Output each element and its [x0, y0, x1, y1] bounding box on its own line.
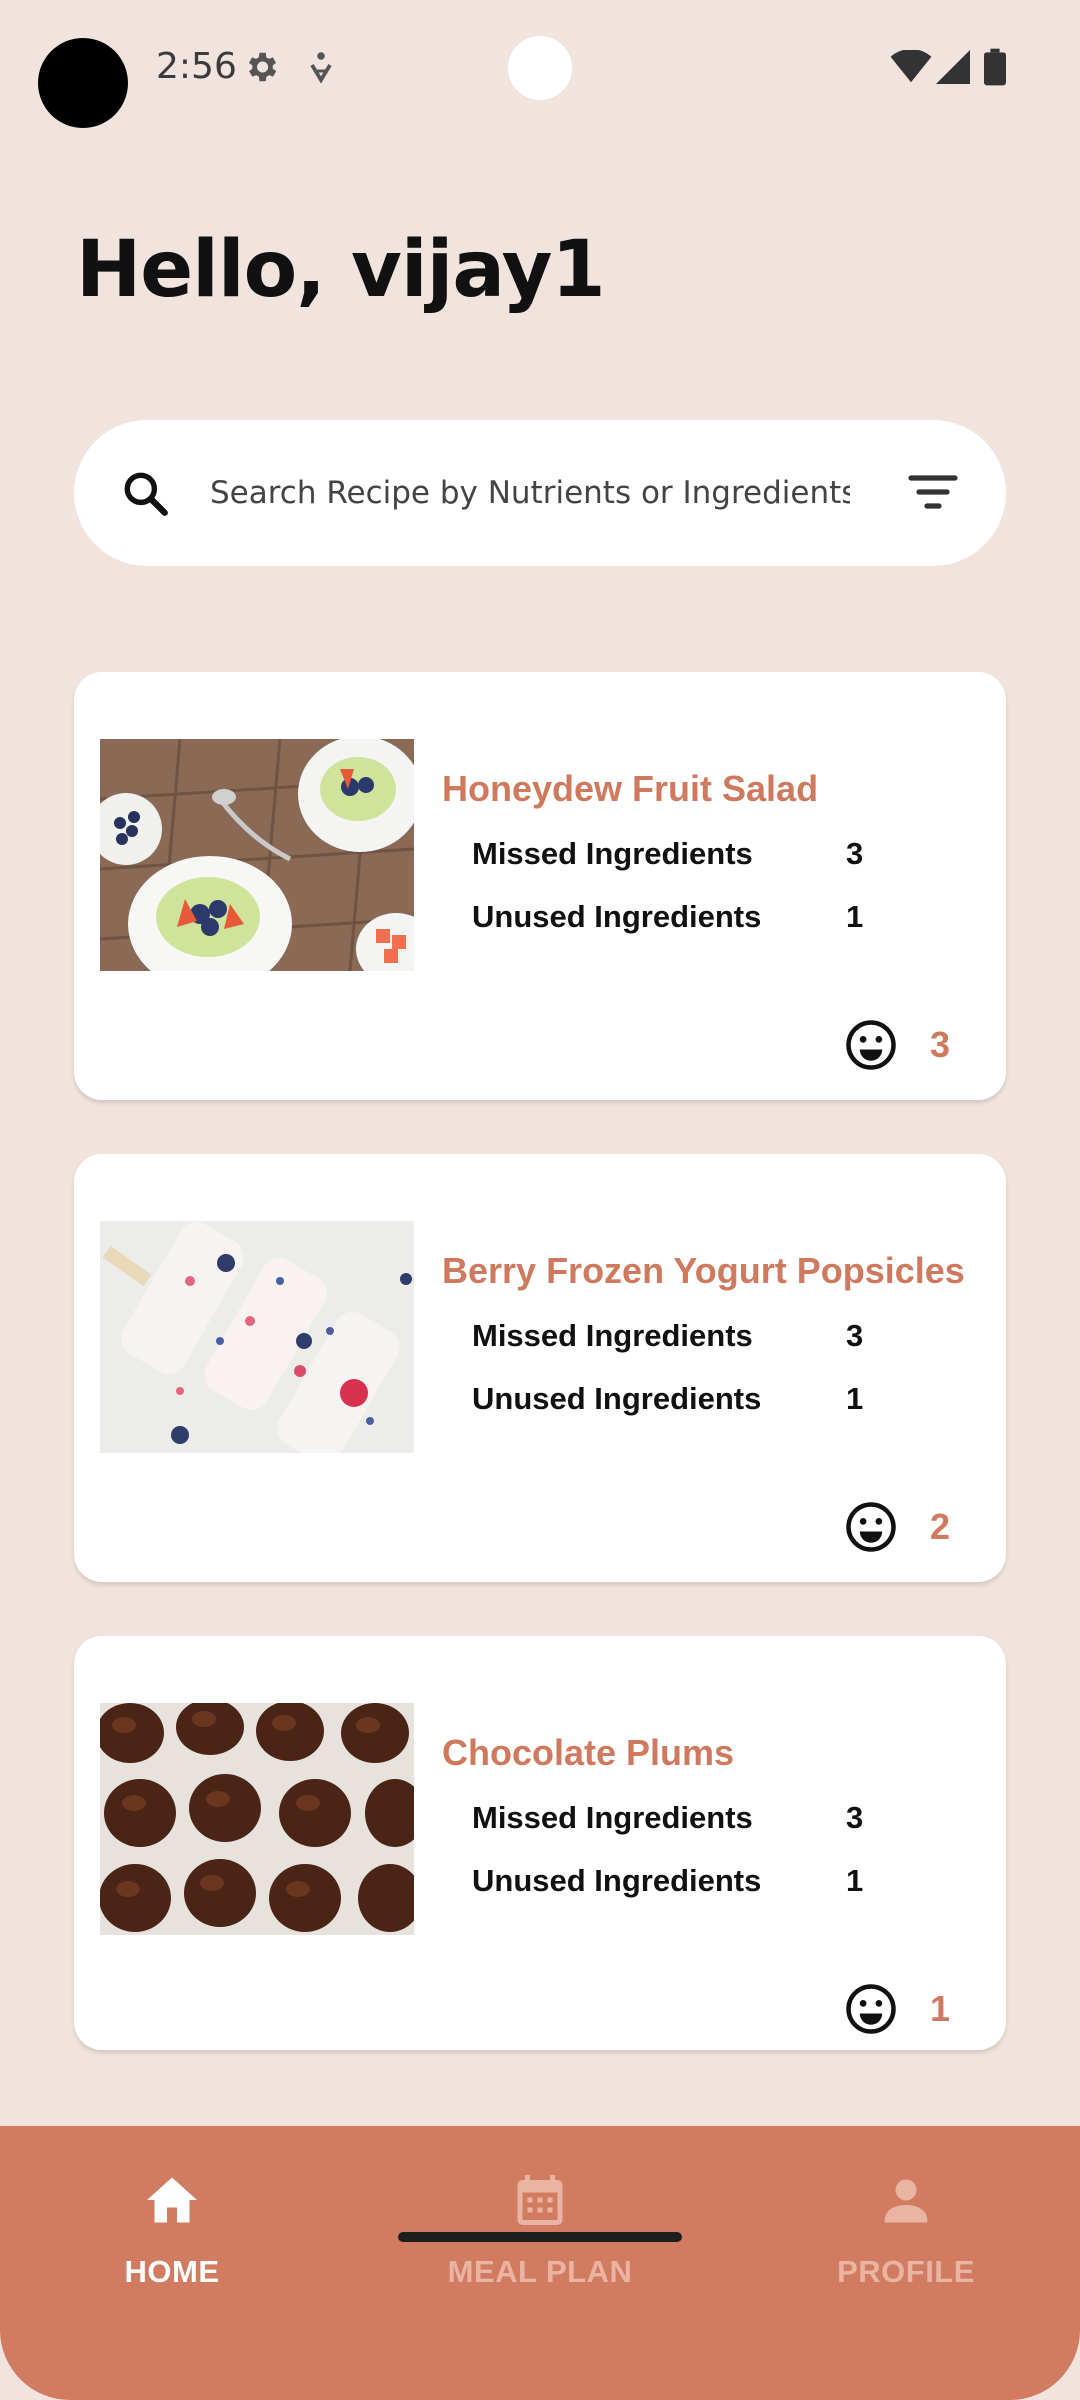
unused-ingredients-count: 1	[846, 1863, 864, 1898]
recipe-card[interactable]: Chocolate Plums Missed Ingredients 3 Unu…	[74, 1636, 1006, 2050]
recipe-card[interactable]: Berry Frozen Yogurt Popsicles Missed Ing…	[74, 1154, 1006, 1582]
filter-icon[interactable]	[908, 472, 958, 517]
recipe-image	[100, 739, 414, 971]
nav-item-home[interactable]: HOME	[22, 2126, 322, 2346]
recipe-title[interactable]: Honeydew Fruit Salad	[442, 768, 818, 810]
camera-cutout	[38, 38, 128, 128]
smiley-icon[interactable]	[844, 1982, 898, 2041]
unused-ingredients-label: Unused Ingredients	[472, 1863, 762, 1898]
missed-ingredients-count: 3	[846, 836, 864, 871]
search-bar[interactable]	[74, 420, 1006, 566]
missed-ingredients-label: Missed Ingredients	[472, 1318, 753, 1353]
app-screen: 2:56 Hello, vijay1 Search Recipe by Nutr…	[0, 0, 1080, 2400]
unused-ingredients-label: Unused Ingredients	[472, 1381, 762, 1416]
smiley-icon[interactable]	[844, 1500, 898, 1559]
likes-count: 1	[930, 1988, 951, 2029]
front-camera	[508, 36, 572, 100]
recipe-image	[100, 1221, 414, 1453]
greeting-title: Hello, vijay1	[76, 225, 606, 315]
recipe-title[interactable]: Chocolate Plums	[442, 1732, 734, 1774]
unused-ingredients-count: 1	[846, 1381, 864, 1416]
smiley-icon[interactable]	[844, 1018, 898, 1077]
nav-label-meal-plan: MEAL PLAN	[447, 2254, 633, 2289]
home-icon	[142, 2170, 202, 2235]
status-bar: 2:56	[0, 0, 1080, 140]
status-time: 2:56	[156, 46, 237, 87]
missed-ingredients-count: 3	[846, 1800, 864, 1835]
accessibility-icon	[306, 50, 336, 91]
missed-ingredients-label: Missed Ingredients	[472, 836, 753, 871]
wifi-icon	[890, 49, 932, 89]
battery-icon	[984, 48, 1006, 91]
recipe-title[interactable]: Berry Frozen Yogurt Popsicles	[442, 1250, 965, 1292]
search-input[interactable]	[210, 458, 850, 528]
unused-ingredients-label: Unused Ingredients	[472, 899, 762, 934]
bottom-navigation: HOME MEAL PLAN PROFILE	[0, 2126, 1080, 2400]
nav-label-home: HOME	[124, 2254, 220, 2289]
nav-item-profile[interactable]: PROFILE	[756, 2126, 1056, 2346]
likes-count: 3	[930, 1024, 951, 1065]
missed-ingredients-label: Missed Ingredients	[472, 1800, 753, 1835]
recipe-card[interactable]: Honeydew Fruit Salad Missed Ingredients …	[74, 672, 1006, 1100]
recipe-image	[100, 1703, 414, 1935]
search-icon[interactable]	[120, 468, 170, 523]
signal-icon	[936, 50, 970, 89]
nav-label-profile: PROFILE	[837, 2254, 975, 2289]
calendar-icon	[510, 2170, 570, 2235]
person-icon	[876, 2170, 936, 2235]
gesture-home-bar[interactable]	[398, 2232, 682, 2242]
missed-ingredients-count: 3	[846, 1318, 864, 1353]
unused-ingredients-count: 1	[846, 899, 864, 934]
gear-icon	[242, 48, 280, 91]
likes-count: 2	[930, 1506, 951, 1547]
